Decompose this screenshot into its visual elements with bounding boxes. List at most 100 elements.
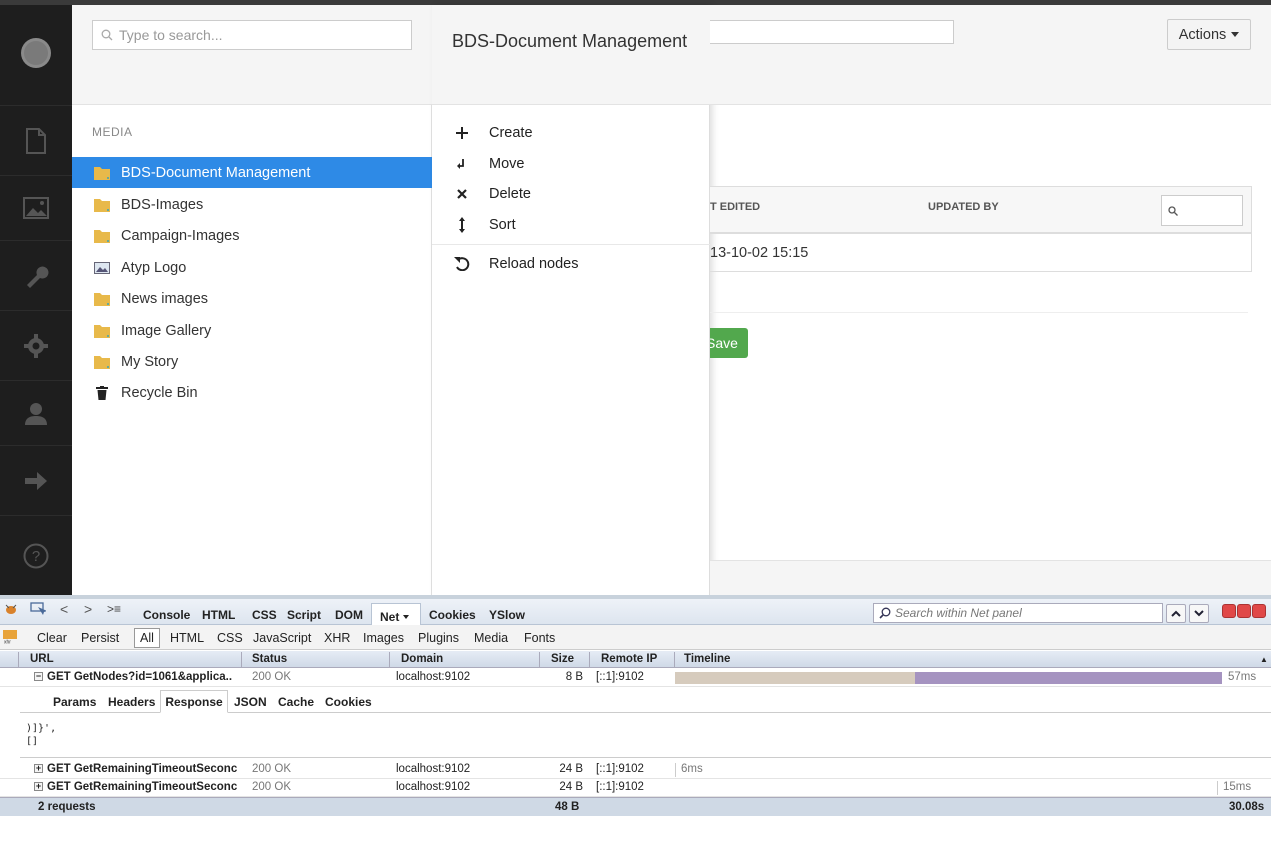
tree-item-atyp-logo[interactable]: Atyp Logo [72, 252, 432, 283]
context-menu-title: BDS-Document Management [452, 31, 688, 51]
wrench-icon[interactable] [0, 240, 72, 310]
table-row[interactable]: + GET GetRemainingTimeoutSeconc 200 OK lo… [0, 779, 1271, 797]
node-name-input[interactable] [710, 20, 954, 44]
net-search-input[interactable]: Search within Net panel [873, 603, 1163, 623]
table-row[interactable]: − GET GetNodes?id=1061&applica.. 200 OK l… [0, 669, 1271, 687]
tab-cookies-response[interactable]: Cookies [325, 695, 372, 709]
column-timeline[interactable]: Timeline [684, 653, 730, 665]
column-last-edited[interactable]: T EDITED [710, 201, 760, 213]
sort-icon [454, 217, 470, 233]
forward-icon[interactable]: > [84, 601, 92, 617]
table-row[interactable]: 13-10-02 15:15 [710, 245, 808, 261]
tree-item-campaign-images[interactable]: Campaign-Images [72, 220, 432, 251]
menu-item-delete[interactable]: Delete [432, 179, 710, 209]
left-navigation: ? [0, 5, 72, 595]
menu-item-sort[interactable]: Sort [432, 210, 710, 240]
filter-media[interactable]: Media [474, 631, 508, 645]
menu-separator [432, 244, 710, 245]
avatar[interactable] [0, 5, 72, 100]
tree-item-bds-document-management[interactable]: BDS-Document Management [72, 157, 432, 188]
firebug-icon[interactable] [4, 603, 18, 618]
column-remote-ip[interactable]: Remote IP [601, 653, 657, 665]
request-url: GET GetRemainingTimeoutSeconc [47, 781, 238, 793]
move-icon [454, 158, 470, 170]
folder-icon [92, 290, 112, 308]
list-search-input[interactable] [1161, 195, 1243, 226]
menu-item-move[interactable]: Move [432, 149, 710, 179]
request-size: 8 B [565, 671, 583, 683]
command-line-icon[interactable]: >≡ [107, 602, 121, 616]
filter-all[interactable]: All [134, 628, 160, 648]
request-status: 200 OK [252, 781, 291, 793]
tab-console[interactable]: Console [143, 608, 190, 622]
column-updated-by[interactable]: UPDATED BY [928, 201, 999, 213]
gear-icon[interactable] [0, 310, 72, 380]
tab-cookies[interactable]: Cookies [429, 608, 476, 622]
tab-headers[interactable]: Headers [108, 695, 155, 709]
filter-fonts[interactable]: Fonts [524, 631, 555, 645]
tab-json[interactable]: JSON [234, 695, 267, 709]
media-section-label: MEDIA [92, 125, 133, 139]
sort-up-icon[interactable]: ▲ [1260, 655, 1268, 664]
filter-html[interactable]: HTML [170, 631, 204, 645]
actions-button[interactable]: Actions [1167, 19, 1251, 50]
column-status[interactable]: Status [252, 653, 287, 665]
column-url[interactable]: URL [30, 653, 54, 665]
tree-item-recycle-bin[interactable]: Recycle Bin [72, 377, 432, 408]
minimize-icon[interactable] [1222, 604, 1236, 618]
filter-xhr[interactable]: XHR [324, 631, 350, 645]
tree-search-input[interactable]: Type to search... [92, 20, 412, 50]
menu-item-create[interactable]: Create [432, 118, 710, 148]
filter-images[interactable]: Images [363, 631, 404, 645]
help-icon[interactable]: ? [0, 515, 72, 595]
collapse-icon[interactable]: − [34, 672, 43, 682]
tree-header: Type to search... [72, 5, 432, 105]
tree-item-my-story[interactable]: My Story [72, 346, 432, 377]
tree-item-label: Campaign-Images [121, 227, 240, 244]
search-icon [101, 29, 113, 41]
tab-net-label: Net [380, 609, 400, 624]
close-icon[interactable] [1252, 604, 1266, 618]
tab-response[interactable]: Response [160, 690, 228, 713]
tab-script[interactable]: Script [287, 608, 321, 622]
tree-item-image-gallery[interactable]: Image Gallery [72, 315, 432, 346]
chevron-down-icon[interactable] [1189, 604, 1209, 623]
tab-dom[interactable]: DOM [335, 608, 363, 622]
tree-item-label: BDS-Images [121, 196, 204, 213]
column-size[interactable]: Size [551, 653, 574, 665]
inspect-icon[interactable] [30, 602, 47, 619]
tab-cache[interactable]: Cache [278, 695, 314, 709]
detach-icon[interactable] [1237, 604, 1251, 618]
user-icon[interactable] [0, 380, 72, 445]
tree-item-news-images[interactable]: News images [72, 283, 432, 314]
tab-yslow[interactable]: YSlow [489, 608, 525, 622]
filter-plugins[interactable]: Plugins [418, 631, 459, 645]
clear-button[interactable]: Clear [37, 631, 67, 645]
list-header: T EDITED UPDATED BY [710, 187, 1251, 234]
filter-css[interactable]: CSS [217, 631, 243, 645]
chevron-up-icon[interactable] [1166, 604, 1186, 623]
media-section-icon[interactable] [0, 175, 72, 240]
tab-html[interactable]: HTML [202, 608, 235, 622]
editor-header: Actions [710, 5, 1271, 105]
search-icon [879, 607, 891, 619]
column-domain[interactable]: Domain [401, 653, 443, 665]
arrow-right-icon[interactable] [0, 445, 72, 515]
persist-button[interactable]: Persist [81, 631, 119, 645]
filter-javascript[interactable]: JavaScript [253, 631, 311, 645]
save-button[interactable]: Save [710, 328, 748, 358]
tab-params[interactable]: Params [53, 695, 96, 709]
expand-icon[interactable]: + [34, 782, 43, 792]
menu-item-reload-nodes[interactable]: Reload nodes [432, 249, 710, 279]
column-separator [589, 652, 590, 667]
tab-css[interactable]: CSS [252, 608, 277, 622]
editor-footer [710, 560, 1271, 595]
expand-icon[interactable]: + [34, 764, 43, 774]
back-icon[interactable]: < [60, 601, 68, 617]
table-row[interactable]: + GET GetRemainingTimeoutSeconc 200 OK lo… [0, 761, 1271, 779]
content-section-icon[interactable] [0, 105, 72, 175]
net-filter-bar: xhr Clear Persist All HTML CSS JavaScrip… [0, 625, 1271, 650]
request-url: GET GetRemainingTimeoutSeconc [47, 763, 238, 775]
tree-search-placeholder: Type to search... [119, 27, 223, 43]
tree-item-bds-images[interactable]: BDS-Images [72, 189, 432, 220]
